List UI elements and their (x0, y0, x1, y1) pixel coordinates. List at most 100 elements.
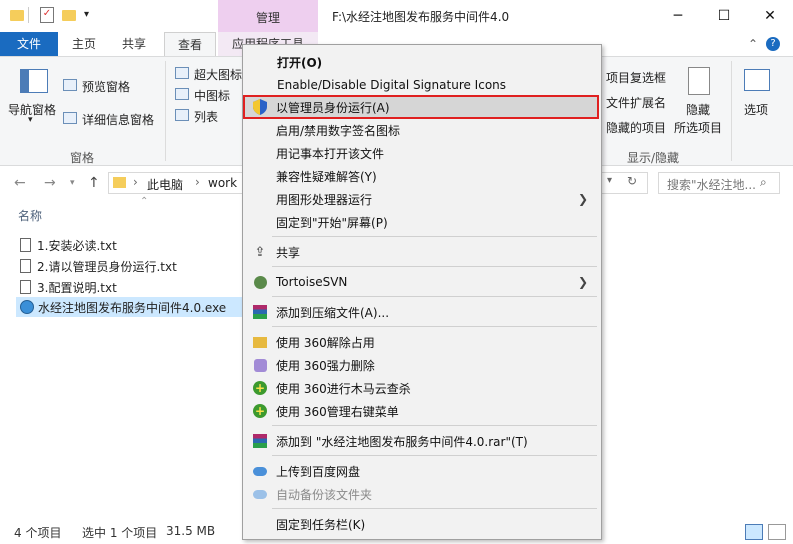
menu-item-360-trojan-scan[interactable]: + 使用 360进行木马云查杀 (242, 377, 600, 399)
menu-divider (272, 296, 597, 297)
tab-file[interactable]: 文件 (0, 32, 58, 56)
file-name: 1.安装必读.txt (37, 238, 117, 253)
menu-item-share[interactable]: ⇪ 共享 (242, 241, 600, 263)
list-item[interactable]: 2.请以管理员身份运行.txt (16, 256, 242, 276)
divider (731, 61, 732, 161)
column-header-name[interactable]: 名称 (18, 207, 42, 224)
baidu-cloud-icon (252, 463, 268, 479)
menu-item-toggle-signature[interactable]: 启用/禁用数字签名图标 (242, 119, 600, 141)
text-file-icon (20, 238, 31, 252)
breadcrumb-work[interactable]: work (208, 176, 237, 190)
menu-item-upload-baidu[interactable]: 上传到百度网盘 (242, 460, 600, 482)
menu-item-add-rar[interactable]: 添加到 "水经注地图发布服务中间件4.0.rar"(T) (242, 430, 600, 452)
pane-group-label: 窗格 (70, 151, 95, 165)
menu-divider (272, 326, 597, 327)
menu-item-auto-backup[interactable]: 自动备份该文件夹 (242, 483, 600, 505)
folder-unlock-icon (252, 334, 268, 350)
extra-large-icons-option[interactable]: 超大图标 (194, 66, 242, 83)
menu-divider (272, 266, 597, 267)
file-name: 2.请以管理员身份运行.txt (37, 259, 177, 274)
options-icon (744, 69, 770, 91)
submenu-arrow-icon: ❯ (577, 275, 588, 289)
back-arrow-icon[interactable]: ← (14, 175, 26, 191)
menu-item-run-as-admin[interactable]: 以管理员身份运行(A) (242, 96, 600, 118)
menu-item-gpu-run[interactable]: 用图形处理器运行 ❯ (242, 188, 600, 210)
up-arrow-icon[interactable]: ↑ (88, 175, 100, 191)
menu-item-troubleshoot[interactable]: 兼容性疑难解答(Y) (242, 165, 600, 187)
maximize-button[interactable]: ☐ (701, 0, 747, 32)
forward-arrow-icon[interactable]: → (44, 175, 56, 191)
file-name: 3.配置说明.txt (37, 280, 117, 295)
hidden-items-option[interactable]: 隐藏的项目 (606, 119, 666, 136)
file-extensions-option[interactable]: 文件扩展名 (606, 94, 666, 111)
hide-selected-label: 所选项目 (674, 121, 723, 135)
list-option[interactable]: 列表 (194, 108, 218, 125)
help-icon[interactable]: ? (766, 32, 780, 56)
winrar-icon (252, 304, 268, 320)
status-size: 31.5 MB (166, 524, 216, 538)
preview-pane-button[interactable]: 预览窗格 (82, 78, 130, 95)
list-item[interactable]: 3.配置说明.txt (16, 277, 242, 297)
exe-globe-icon (20, 300, 34, 314)
winrar-icon (252, 433, 268, 449)
360-plus-icon: + (253, 404, 267, 418)
close-button[interactable]: ✕ (747, 0, 793, 32)
menu-item-open-notepad[interactable]: 用记事本打开该文件 (242, 142, 600, 164)
tab-home[interactable]: 主页 (62, 32, 106, 56)
sort-chevron-icon: ⌃ (140, 196, 149, 207)
options-button[interactable]: 选项 (744, 101, 768, 118)
menu-divider (272, 455, 597, 456)
divider (28, 7, 29, 23)
hide-selected-button[interactable]: 隐藏 (686, 101, 710, 118)
menu-divider (272, 236, 597, 237)
quick-access-dropdown[interactable]: ▾ (84, 7, 98, 23)
new-folder-icon[interactable] (62, 7, 76, 23)
minimize-button[interactable]: ─ (655, 0, 701, 32)
item-checkboxes-option[interactable]: 项目复选框 (606, 69, 666, 86)
medium-icons-option[interactable]: 中图标 (194, 87, 230, 104)
menu-divider (272, 425, 597, 426)
tortoise-svn-icon (252, 274, 268, 290)
tab-share[interactable]: 共享 (112, 32, 156, 56)
list-icon (175, 109, 189, 121)
search-icon[interactable]: ⌕ (760, 175, 767, 190)
shredder-icon (252, 357, 268, 373)
details-view-icon[interactable] (745, 524, 763, 540)
share-icon: ⇪ (254, 244, 266, 260)
list-item[interactable]: 1.安装必读.txt (16, 235, 242, 255)
menu-item-pin-start[interactable]: 固定到"开始"屏幕(P) (242, 211, 600, 233)
breadcrumb-chevron-icon[interactable]: › (195, 175, 200, 189)
menu-item-360-force-delete[interactable]: 使用 360强力删除 (242, 354, 600, 376)
menu-item-360-manage-menu[interactable]: + 使用 360管理右键菜单 (242, 400, 600, 422)
details-pane-button[interactable]: 详细信息窗格 (82, 111, 154, 128)
file-name: 水经注地图发布服务中间件4.0.exe (38, 300, 227, 315)
menu-item-tortoise-svn[interactable]: TortoiseSVN ❯ (242, 271, 600, 293)
properties-icon[interactable]: ✓ (40, 7, 54, 23)
tab-view[interactable]: 查看 (164, 32, 216, 56)
recent-chevron-icon[interactable]: ▾ (70, 178, 75, 188)
menu-item-pin-taskbar[interactable]: 固定到任务栏(K) (242, 513, 600, 535)
text-file-icon (20, 259, 31, 273)
show-hide-group-label: 显示/隐藏 (627, 151, 680, 165)
large-icons-view-icon[interactable] (768, 524, 786, 540)
menu-divider (272, 508, 597, 509)
baidu-cloud-icon (252, 486, 268, 502)
folder-icon (113, 177, 126, 188)
chevron-down-icon: ▾ (28, 115, 33, 125)
breadcrumb-this-pc[interactable]: 此电脑 (147, 176, 183, 193)
medium-icons-icon (175, 88, 189, 100)
refresh-icon[interactable]: ↻ (627, 174, 637, 188)
manage-tab[interactable]: 管理 (218, 9, 318, 26)
address-dropdown-icon[interactable]: ▾ (607, 175, 612, 186)
collapse-ribbon-icon[interactable]: ⌃ (738, 32, 768, 56)
breadcrumb-chevron-icon[interactable]: › (133, 175, 138, 189)
divider (165, 61, 166, 161)
menu-item-360-unlock[interactable]: 使用 360解除占用 (242, 331, 600, 353)
status-selected: 选中 1 个项目 (82, 526, 158, 540)
list-item-selected[interactable]: 水经注地图发布服务中间件4.0.exe (16, 297, 242, 317)
nav-pane-icon (20, 69, 48, 93)
menu-item-add-archive[interactable]: 添加到压缩文件(A)... (242, 301, 600, 323)
360-plus-icon: + (253, 381, 267, 395)
status-count: 4 个项目 (14, 526, 62, 540)
extra-large-icons-icon (175, 67, 189, 79)
